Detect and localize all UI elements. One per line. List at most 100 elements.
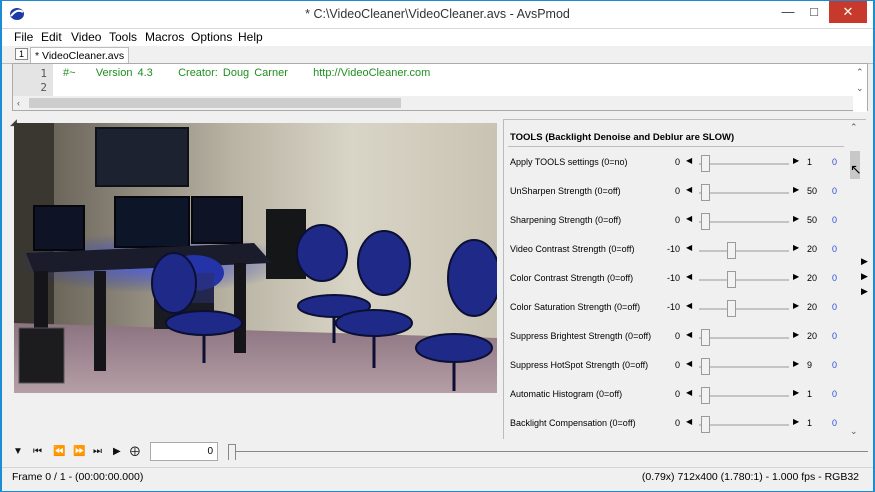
slider-decrement-icon[interactable]: ◀	[686, 214, 692, 223]
window-title: * C:\VideoCleaner\VideoCleaner.avs - Avs…	[305, 7, 570, 21]
slider-increment-icon[interactable]: ▶	[793, 156, 799, 165]
slider-increment-icon[interactable]: ▶	[793, 185, 799, 194]
slider-track[interactable]	[699, 366, 789, 368]
slider-decrement-icon[interactable]: ◀	[686, 417, 692, 426]
slider-increment-icon[interactable]: ▶	[793, 359, 799, 368]
editor-scroll-thumb[interactable]	[29, 98, 401, 108]
slider-max: 9	[807, 360, 813, 370]
expand-right-icon[interactable]: ▶	[861, 286, 871, 301]
dropdown-triangle-icon[interactable]: ▼	[13, 446, 23, 457]
slider-increment-icon[interactable]: ▶	[793, 272, 799, 281]
timeline-track[interactable]	[228, 451, 868, 452]
slider-track[interactable]	[699, 250, 789, 252]
menu-options[interactable]: Options	[191, 30, 232, 44]
slider-max: 20	[807, 273, 818, 283]
skip-to-start-icon[interactable]: ⏮	[33, 446, 42, 457]
slider-track[interactable]	[699, 221, 789, 223]
slider-increment-icon[interactable]: ▶	[793, 388, 799, 397]
slider-track[interactable]	[699, 337, 789, 339]
slider-thumb[interactable]	[726, 271, 736, 288]
tools-title: TOOLS (Backlight Denoise and Deblur are …	[510, 132, 735, 143]
video-frame[interactable]	[14, 123, 497, 393]
skip-to-end-icon[interactable]: ⏭	[93, 446, 102, 457]
slider-track[interactable]	[699, 395, 789, 397]
menu-bar: File Edit Video Tools Macros Options Hel…	[2, 29, 873, 46]
slider-decrement-icon[interactable]: ◀	[686, 388, 692, 397]
menu-macros[interactable]: Macros	[145, 30, 184, 44]
slider-track[interactable]	[699, 424, 789, 426]
slider-label: Suppress HotSpot Strength (0=off)	[510, 360, 649, 370]
tab-videocleaner[interactable]: * VideoCleaner.avs	[30, 47, 130, 64]
slider-value: 0	[832, 360, 838, 370]
slider-decrement-icon[interactable]: ◀	[686, 185, 692, 194]
slider-increment-icon[interactable]: ▶	[793, 301, 799, 310]
slider-thumb[interactable]	[701, 329, 710, 346]
scroll-up-icon[interactable]: ⌃	[856, 67, 864, 77]
script-editor[interactable]: 1 2 #~ Version 4.3 Creator: Doug Carner …	[12, 63, 868, 112]
slider-value: 0	[832, 273, 838, 283]
slider-increment-icon[interactable]: ▶	[793, 243, 799, 252]
slider-decrement-icon[interactable]: ◀	[686, 243, 692, 252]
slider-thumb[interactable]	[701, 416, 710, 433]
slider-increment-icon[interactable]: ▶	[793, 417, 799, 426]
slider-decrement-icon[interactable]: ◀	[686, 359, 692, 368]
step-back-icon[interactable]: ⏪	[53, 446, 65, 457]
menu-video[interactable]: Video	[71, 30, 101, 44]
slider-thumb[interactable]	[701, 213, 710, 230]
status-bar: Frame 0 / 1 - (00:00:00.000) (0.79x) 712…	[2, 467, 873, 485]
tool-slider-row: Color Saturation Strength (0=off) -10 ◀ ▶ 20…	[504, 299, 844, 319]
slider-min: 0	[674, 215, 680, 225]
frame-number-input[interactable]: 0	[150, 442, 218, 461]
expand-right-icon[interactable]: ▶	[861, 256, 871, 271]
scroll-up-icon[interactable]: ⌃	[850, 122, 858, 132]
tab-bar: 1 * VideoCleaner.avs	[2, 46, 873, 64]
close-button[interactable]: ✕	[829, 1, 867, 23]
title-bar: * C:\VideoCleaner\VideoCleaner.avs - Avs…	[2, 1, 873, 29]
play-icon[interactable]: ▶	[113, 446, 121, 457]
timeline-thumb[interactable]	[228, 444, 236, 460]
slider-min: -10	[666, 273, 680, 283]
scroll-left-icon[interactable]: ‹	[17, 98, 20, 108]
slider-decrement-icon[interactable]: ◀	[686, 272, 692, 281]
editor-horizontal-scrollbar[interactable]: ‹ ›	[13, 96, 863, 110]
tool-slider-row: Color Contrast Strength (0=off) -10 ◀ ▶ 20 0	[504, 270, 844, 290]
menu-tools[interactable]: Tools	[109, 30, 137, 44]
slider-min: 0	[674, 157, 680, 167]
step-forward-icon[interactable]: ⏩	[73, 446, 85, 457]
slider-track[interactable]	[699, 192, 789, 194]
slider-track[interactable]	[699, 279, 789, 281]
tool-slider-row: Suppress HotSpot Strength (0=off) 0 ◀ ▶ 9 0	[504, 357, 844, 377]
slider-value: 0	[832, 331, 838, 341]
app-window: * C:\VideoCleaner\VideoCleaner.avs - Avs…	[1, 0, 874, 492]
scroll-down-icon[interactable]: ⌄	[856, 83, 864, 93]
menu-help[interactable]: Help	[238, 30, 263, 44]
slider-thumb[interactable]	[726, 242, 736, 259]
menu-edit[interactable]: Edit	[41, 30, 62, 44]
crop-icon[interactable]: ⨁	[130, 446, 140, 457]
slider-thumb[interactable]	[701, 387, 710, 404]
line-number: 2	[40, 81, 47, 94]
slider-thumb[interactable]	[726, 300, 736, 317]
tab-number-button[interactable]: 1	[15, 48, 28, 60]
slider-decrement-icon[interactable]: ◀	[686, 156, 692, 165]
slider-min: -10	[666, 302, 680, 312]
slider-thumb[interactable]	[701, 184, 710, 201]
slider-thumb[interactable]	[701, 358, 710, 375]
maximize-button[interactable]: □	[799, 1, 829, 23]
slider-min: 0	[674, 389, 680, 399]
menu-file[interactable]: File	[14, 30, 33, 44]
scroll-down-icon[interactable]: ⌄	[850, 426, 858, 436]
side-arrow-buttons: ▶ ▶ ▶	[861, 256, 871, 301]
slider-track[interactable]	[699, 163, 789, 165]
slider-increment-icon[interactable]: ▶	[793, 330, 799, 339]
slider-decrement-icon[interactable]: ◀	[686, 301, 692, 310]
slider-decrement-icon[interactable]: ◀	[686, 330, 692, 339]
slider-increment-icon[interactable]: ▶	[793, 214, 799, 223]
expand-right-icon[interactable]: ▶	[861, 271, 871, 286]
slider-thumb[interactable]	[701, 155, 710, 172]
editor-vertical-scrollbar[interactable]: ⌃ ⌄	[853, 64, 867, 112]
code-line[interactable]: #~ Version 4.3 Creator: Doug Carner http…	[63, 67, 430, 79]
playback-controls: ▼ ⏮ ⏪ ⏩ ⏭ ▶ ⨁ 0	[2, 441, 873, 465]
slider-track[interactable]	[699, 308, 789, 310]
slider-value: 0	[832, 215, 838, 225]
